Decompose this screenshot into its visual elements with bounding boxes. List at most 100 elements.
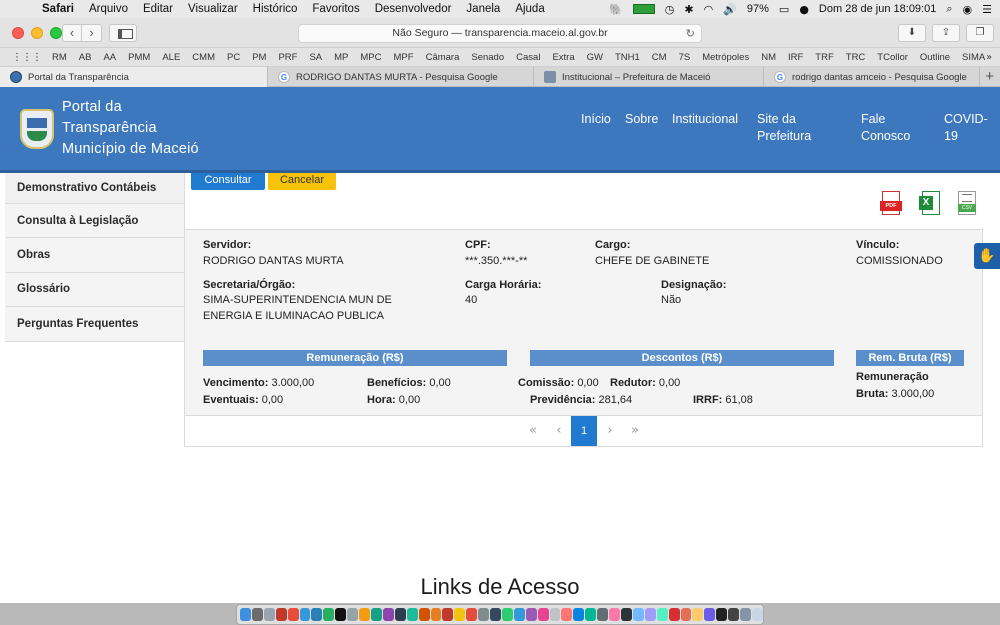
export-excel-icon[interactable]: X — [919, 191, 941, 217]
menu-desenvolvedor[interactable]: Desenvolvedor — [375, 3, 452, 15]
activity-monitor-icon[interactable] — [632, 4, 655, 14]
app-icon[interactable] — [609, 608, 620, 621]
tabs-overview-icon[interactable]: ❐ — [966, 24, 994, 42]
app-icon[interactable] — [668, 608, 680, 621]
bookmark-item[interactable]: PC — [227, 52, 240, 63]
bookmark-item[interactable]: MPF — [394, 52, 414, 63]
app-icon[interactable] — [716, 608, 728, 621]
app-icon[interactable] — [537, 608, 549, 621]
trash-icon[interactable] — [751, 608, 763, 621]
sidebar-toggle-icon[interactable] — [109, 24, 137, 42]
app-icon[interactable] — [299, 608, 311, 621]
bookmark-item[interactable]: RM — [52, 52, 67, 63]
app-icon[interactable] — [740, 608, 751, 621]
app-icon[interactable] — [549, 608, 561, 621]
tab-google-search-amceio[interactable]: G rodrigo dantas amceio - Pesquisa Googl… — [764, 67, 980, 87]
siri-icon[interactable]: ◉ — [963, 3, 973, 16]
app-icon[interactable] — [501, 608, 513, 621]
app-icon[interactable] — [466, 608, 478, 621]
consultar-button[interactable]: Consultar — [191, 173, 265, 190]
bookmark-item[interactable]: MP — [334, 52, 348, 63]
menu-arquivo[interactable]: Arquivo — [89, 3, 128, 15]
forward-button[interactable]: › — [82, 24, 102, 42]
bookmark-item[interactable]: AA — [103, 52, 116, 63]
bookmark-item[interactable]: PMM — [128, 52, 150, 63]
back-button[interactable]: ‹ — [62, 24, 82, 42]
export-csv-icon[interactable]: CSV — [956, 191, 978, 217]
bookmark-item[interactable]: NM — [761, 52, 776, 63]
app-icon[interactable] — [704, 608, 716, 621]
menu-historico[interactable]: Histórico — [253, 3, 298, 15]
bookmark-item[interactable]: TCollor — [877, 52, 908, 63]
tab-portal-transparencia[interactable]: Portal da Transparência — [0, 67, 268, 87]
evernote-icon[interactable]: 🐘 — [609, 3, 623, 16]
bookmark-item[interactable]: 7S — [679, 52, 691, 63]
menu-ajuda[interactable]: Ajuda — [515, 3, 544, 15]
minimize-window-button[interactable] — [31, 27, 43, 39]
app-icon[interactable] — [335, 608, 347, 621]
app-icon[interactable] — [251, 608, 263, 621]
menu-favoritos[interactable]: Favoritos — [312, 3, 359, 15]
last-page-button[interactable]: » — [622, 416, 648, 446]
app-icon[interactable] — [525, 608, 537, 621]
bookmark-item[interactable]: IRF — [788, 52, 803, 63]
bookmark-item[interactable]: ALE — [162, 52, 180, 63]
notification-center-icon[interactable]: ☰ — [982, 3, 992, 16]
app-icon[interactable] — [621, 608, 632, 621]
user-icon[interactable]: ● — [799, 3, 809, 16]
app-icon[interactable] — [323, 608, 335, 621]
time-machine-icon[interactable]: ◷ — [665, 3, 675, 16]
bookmark-item[interactable]: CM — [652, 52, 667, 63]
tab-google-search-rodrigo[interactable]: G RODRIGO DANTAS MURTA - Pesquisa Google — [268, 67, 534, 87]
app-icon[interactable] — [311, 608, 323, 621]
menu-janela[interactable]: Janela — [466, 3, 500, 15]
close-window-button[interactable] — [12, 27, 24, 39]
menu-editar[interactable]: Editar — [143, 3, 173, 15]
volume-icon[interactable]: 🔊 — [723, 3, 737, 16]
bookmark-item[interactable]: Casal — [516, 52, 540, 63]
nav-sobre[interactable]: Sobre — [625, 111, 658, 128]
bookmark-item[interactable]: GW — [587, 52, 603, 63]
finder-icon[interactable] — [240, 608, 251, 621]
app-icon[interactable] — [513, 608, 525, 621]
bookmark-item[interactable]: CMM — [192, 52, 215, 63]
app-icon[interactable] — [692, 608, 704, 621]
reload-icon[interactable]: ↻ — [686, 25, 695, 42]
site-brand[interactable]: Portal da Transparência Município de Mac… — [62, 97, 199, 160]
maceio-crest-logo[interactable] — [20, 109, 54, 149]
tab-institucional[interactable]: Institucional – Prefeitura de Maceió — [534, 67, 764, 87]
bookmark-item[interactable]: Outline — [920, 52, 950, 63]
sidebar-item-glossario[interactable]: Glossário — [5, 272, 185, 308]
app-icon[interactable] — [394, 608, 406, 621]
bluetooth-icon[interactable]: ✱ — [684, 3, 693, 16]
sidebar-item-demonstrativo-contabeis[interactable]: Demonstrativo Contábeis — [5, 173, 185, 204]
bookmark-item[interactable]: Câmara — [426, 52, 460, 63]
bookmark-item[interactable]: SIMA — [962, 52, 985, 63]
app-icon[interactable] — [454, 608, 466, 621]
app-icon[interactable] — [573, 608, 585, 621]
app-icon[interactable] — [430, 608, 442, 621]
bookmark-item[interactable]: TRC — [846, 52, 866, 63]
previous-page-button[interactable]: ‹ — [546, 416, 572, 446]
zoom-window-button[interactable] — [50, 27, 62, 39]
sidebar-item-perguntas-frequentes[interactable]: Perguntas Frequentes — [5, 307, 185, 342]
sign-language-accessibility-icon[interactable]: ✋ — [974, 243, 1000, 269]
app-icon[interactable] — [656, 608, 668, 621]
menu-app[interactable]: Safari — [42, 3, 74, 15]
bookmark-item[interactable]: SA — [309, 52, 322, 63]
page-1-button[interactable]: 1 — [571, 416, 597, 446]
share-icon[interactable]: ⇪ — [932, 24, 960, 42]
battery-icon[interactable]: ▭ — [779, 3, 789, 16]
app-icon[interactable] — [263, 608, 275, 621]
bookmark-item[interactable]: MPC — [360, 52, 381, 63]
app-icon[interactable] — [585, 608, 597, 621]
show-all-bookmarks-icon[interactable]: ⋮⋮⋮ — [12, 52, 42, 63]
app-icon[interactable] — [418, 608, 430, 621]
app-icon[interactable] — [680, 608, 692, 621]
app-icon[interactable] — [597, 608, 609, 621]
more-bookmarks-icon[interactable]: » — [986, 52, 992, 63]
bookmark-item[interactable]: AB — [79, 52, 92, 63]
app-icon[interactable] — [478, 608, 490, 621]
bookmark-item[interactable]: TRF — [815, 52, 833, 63]
menubar-clock[interactable]: Dom 28 de jun 18:09:01 — [819, 3, 936, 15]
